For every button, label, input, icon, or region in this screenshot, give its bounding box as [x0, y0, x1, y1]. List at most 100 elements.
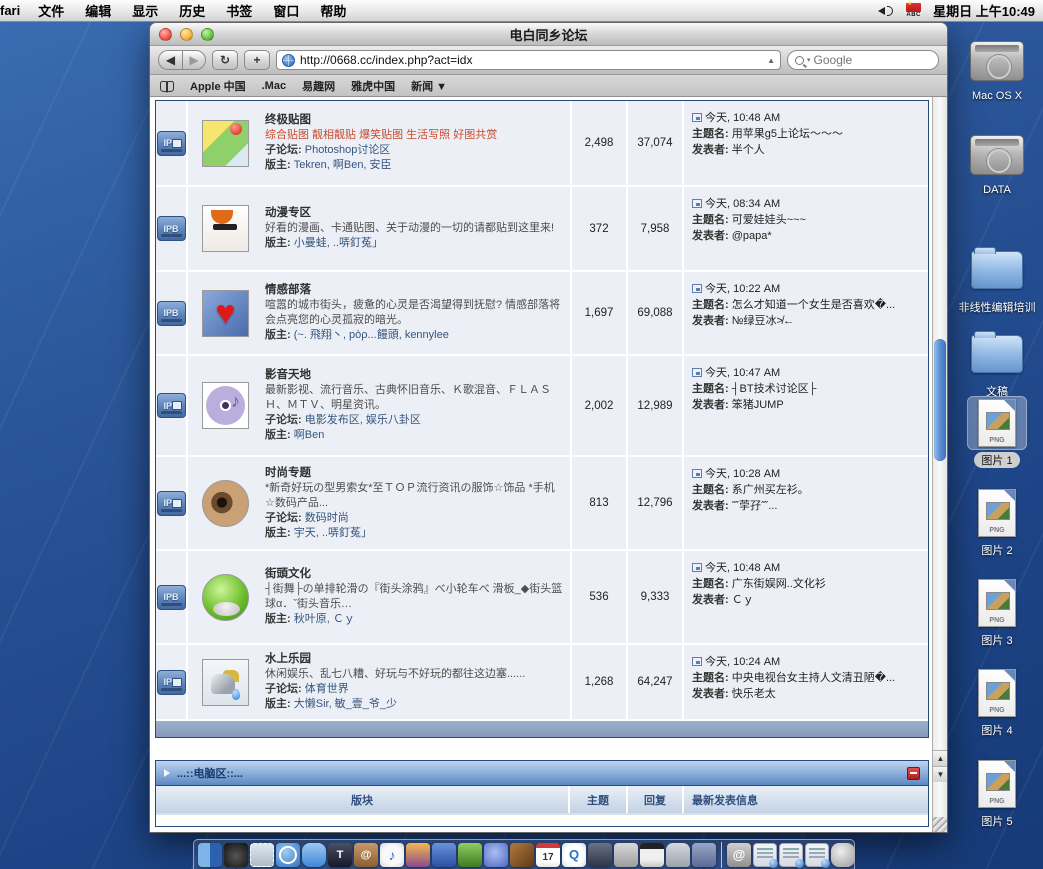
forum-link[interactable]: 时尚专题	[265, 466, 564, 481]
desktop-icon-image1[interactable]: PNG 图片 1	[952, 396, 1042, 473]
last-poster-link[interactable]: 笨猪JUMP	[732, 399, 784, 411]
menu-edit[interactable]: 编辑	[85, 1, 111, 20]
bookmark-news-menu[interactable]: 新闻 ▼	[411, 78, 447, 94]
last-poster-link[interactable]: 半个人	[732, 144, 765, 156]
subforum-link[interactable]: 体育世界	[305, 683, 349, 695]
dock-textedit-icon[interactable]: T	[328, 843, 352, 867]
moderators[interactable]: 秋叶原, Ｃｙ	[294, 613, 355, 625]
menu-history[interactable]: 历史	[179, 1, 205, 20]
goto-last-post-icon[interactable]	[692, 284, 702, 293]
desktop-icon-image2[interactable]: PNG 图片 2	[952, 486, 1042, 558]
app-menu-safari[interactable]: fari	[0, 3, 20, 18]
dock-toast-icon[interactable]	[666, 843, 690, 867]
forum-link[interactable]: 终极贴图	[265, 113, 497, 128]
desktop-icon-editing-folder[interactable]: 非线性编辑培训	[952, 243, 1042, 315]
last-poster-link[interactable]: ⁗荢孖⁗...	[732, 500, 778, 512]
goto-last-post-icon[interactable]	[692, 113, 702, 122]
title-bar[interactable]: 电白同乡论坛	[150, 23, 947, 46]
moderators[interactable]: 大懒Sir, 敏_壹_爷_少	[294, 698, 397, 710]
dock-garageband-icon[interactable]	[458, 843, 482, 867]
desktop-icon-macosx[interactable]: Mac OS X	[952, 34, 1042, 102]
dock-image-capture-icon[interactable]	[692, 843, 716, 867]
bookmark-eachnet[interactable]: 易趣网	[302, 78, 335, 94]
dock-minimized-window-1[interactable]	[753, 843, 777, 867]
bookmark-yahoo-china[interactable]: 雅虎中国	[351, 78, 395, 94]
goto-last-post-icon[interactable]	[692, 657, 702, 666]
forum-link[interactable]: 情感部落	[265, 283, 564, 298]
goto-last-post-icon[interactable]	[692, 563, 702, 572]
goto-last-post-icon[interactable]	[692, 469, 702, 478]
forum-link[interactable]: 街頭文化	[265, 567, 564, 582]
menu-clock[interactable]: 星期日 上午10:49	[933, 1, 1035, 20]
dock-mail-icon[interactable]	[250, 843, 274, 867]
last-topic-link[interactable]: 广东街娱网..文化衫	[732, 578, 826, 590]
back-button[interactable]: ◀	[158, 50, 182, 70]
subforum-link[interactable]: 电影发布区, 娱乐八卦区	[305, 414, 421, 426]
menu-help[interactable]: 帮助	[320, 1, 346, 20]
forum-link[interactable]: 影音天地	[265, 368, 564, 383]
desktop-icon-documents[interactable]: 文稿	[952, 327, 1042, 399]
bookmark-dotmac[interactable]: .Mac	[262, 80, 286, 92]
dock-minimized-window-2[interactable]	[779, 843, 803, 867]
last-poster-link[interactable]: №绿豆冰≯←	[732, 315, 794, 327]
forum-link[interactable]: 动漫专区	[265, 206, 554, 221]
last-poster-link[interactable]: 快乐老太	[732, 688, 776, 700]
moderators[interactable]: 宇天, ..哢釘菟」	[294, 527, 372, 539]
last-topic-link[interactable]: 可爱娃娃头~~~	[732, 214, 806, 226]
dock-idvd-icon[interactable]	[484, 843, 508, 867]
input-source-menu[interactable]: ABC	[906, 3, 921, 18]
volume-icon[interactable]	[878, 4, 894, 18]
dock-itunes-icon[interactable]: ♪	[380, 843, 404, 867]
menu-window[interactable]: 窗口	[273, 1, 299, 20]
dock-trash-icon[interactable]	[831, 843, 855, 867]
dock-ical-icon[interactable]: 17	[536, 843, 560, 867]
desktop-icon-data[interactable]: DATA	[952, 128, 1042, 196]
dock-system-icon[interactable]	[614, 843, 638, 867]
last-topic-link[interactable]: 怎么才知道一个女生是否喜欢�...	[732, 299, 895, 311]
last-topic-link[interactable]: 中央电视台女主持人文清丑陋�...	[732, 672, 895, 684]
scrollbar-thumb[interactable]	[934, 339, 946, 461]
search-options-chevron-icon[interactable]: ▾	[807, 56, 811, 64]
last-topic-link[interactable]: 系广州买左衫。	[732, 484, 809, 496]
moderators[interactable]: Tekren, 啊Ben, 安臣	[294, 159, 392, 171]
dock-finder-icon[interactable]	[198, 843, 222, 867]
last-poster-link[interactable]: @papa*	[732, 230, 772, 242]
search-input[interactable]	[814, 53, 931, 67]
forward-button[interactable]: ▶	[182, 50, 206, 70]
subforum-link[interactable]: 数码时尚	[305, 512, 349, 524]
reload-button[interactable]: ↻	[212, 50, 238, 70]
dock-video-editor-icon[interactable]	[640, 843, 664, 867]
moderators[interactable]: 小曼蛙, ..哢釘菟」	[294, 237, 383, 249]
desktop-icon-image5[interactable]: PNG 图片 5	[952, 757, 1042, 829]
add-bookmark-button[interactable]: +	[244, 50, 270, 70]
menu-bookmarks[interactable]: 书签	[226, 1, 252, 20]
dock-dashboard-icon[interactable]	[224, 843, 248, 867]
dock-iphoto-icon[interactable]	[406, 843, 430, 867]
moderators[interactable]: 啊Ben	[294, 429, 325, 441]
autofill-arrow-icon[interactable]: ▲	[767, 56, 775, 65]
desktop-icon-image4[interactable]: PNG 图片 4	[952, 666, 1042, 738]
vertical-scrollbar[interactable]: ▲ ▼	[932, 97, 947, 832]
desktop-icon-image3[interactable]: PNG 图片 3	[952, 576, 1042, 648]
dock-utility-icon[interactable]	[588, 843, 612, 867]
menu-view[interactable]: 显示	[132, 1, 158, 20]
address-bar[interactable]: ▲	[276, 50, 781, 70]
google-search-field[interactable]: ▾	[787, 50, 939, 70]
scroll-down-button[interactable]: ▼	[933, 766, 947, 782]
url-input[interactable]	[300, 53, 762, 67]
moderators[interactable]: (~. 飛翔丶, pòρ...饅頭, kennylee	[294, 329, 449, 341]
dock-address-book-icon[interactable]: @	[354, 843, 378, 867]
dock-guitar-app-icon[interactable]	[510, 843, 534, 867]
last-poster-link[interactable]: Ｃｙ	[732, 594, 754, 606]
menu-file[interactable]: 文件	[38, 1, 64, 20]
dock-at-stand-icon[interactable]: @	[727, 843, 751, 867]
forum-link[interactable]: 水上乐园	[265, 652, 525, 667]
last-topic-link[interactable]: ┤BT技术讨论区├	[732, 383, 817, 395]
goto-last-post-icon[interactable]	[692, 199, 702, 208]
window-resize-grip[interactable]	[933, 817, 947, 832]
section-header[interactable]: ...::电脑区::...	[156, 761, 928, 786]
dock-imovie-icon[interactable]	[432, 843, 456, 867]
subforum-link[interactable]: Photoshop讨论区	[305, 144, 391, 156]
last-topic-link[interactable]: 用苹果g5上论坛～～～	[732, 128, 843, 140]
collapse-button[interactable]	[907, 767, 920, 780]
